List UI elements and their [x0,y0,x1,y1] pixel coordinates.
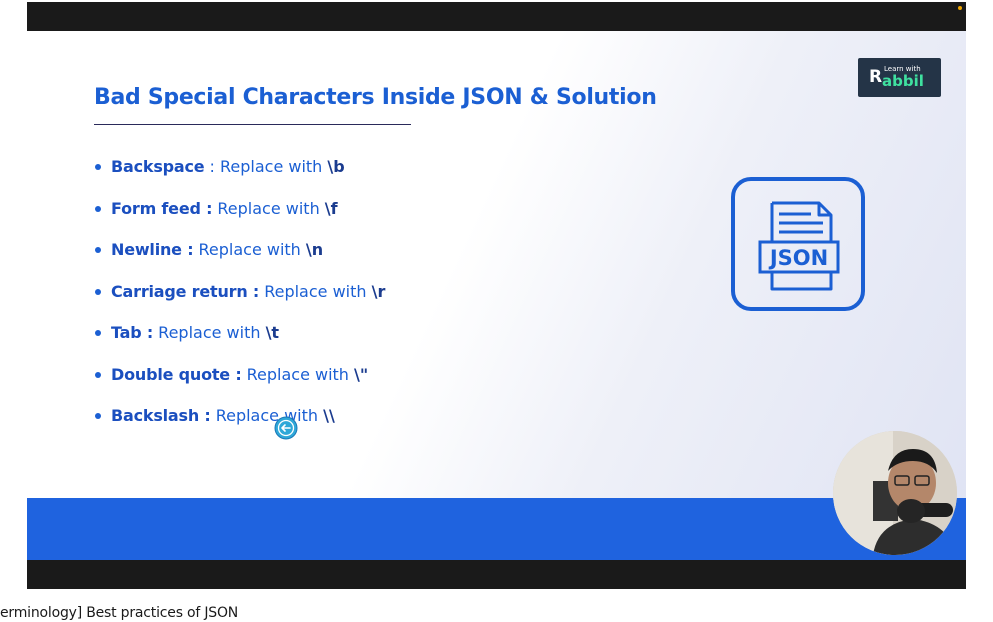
item-action: Replace with [217,198,325,218]
video-caption: erminology] Best practices of JSON [0,605,239,621]
bullet-dot [95,413,101,419]
video-viewport: Bad Special Characters Inside JSON & Sol… [0,0,993,622]
item-escape-code: \" [354,364,369,384]
item-escape-code: \r [371,281,386,301]
presenter-webcam [833,431,957,555]
logo-word: abbil [882,72,924,90]
logo-initial: R [869,67,883,87]
item-escape-code: \n [305,240,324,259]
bullet-text: Tab : Replace with \t [111,318,279,348]
bullet-text: Newline : Replace with \n [111,235,323,265]
title-underline [94,124,411,125]
item-term: Newline : [111,240,194,259]
bullet-text: Form feed : Replace with \f [111,194,338,224]
item-term: Form feed : [111,198,213,218]
arrow-left-circle-icon [274,416,298,440]
item-term: Double quote : [111,364,242,384]
item-term: Backslash : [111,406,211,425]
item-separator: : [204,157,220,176]
bullet-text: Backslash : Replace with \\ [111,401,335,431]
brand-logo: R Learn with abbil [858,58,941,97]
item-term: Carriage return : [111,281,260,301]
presenter-avatar [833,431,957,555]
item-action: Replace with [264,281,372,301]
item-escape-code: \b [327,157,345,176]
item-action: Replace with [220,157,328,176]
bullet-dot [95,330,101,336]
video-player[interactable]: Bad Special Characters Inside JSON & Sol… [27,2,966,589]
item-action: Replace with [198,240,306,259]
bullet-dot [95,205,101,212]
item-action: Replace with [246,364,355,384]
item-escape-code: \t [265,323,280,342]
bullet-dot [95,247,101,253]
bullet-text: Carriage return : Replace with \r [111,277,385,307]
item-action: Replace with [215,406,324,425]
bullet-text: Backspace : Replace with \b [111,152,345,182]
bullet-dot [95,164,101,170]
json-label: JSON [768,246,828,270]
presentation-slide: Bad Special Characters Inside JSON & Sol… [27,31,966,560]
item-escape-code: \f [324,198,338,218]
bullet-dot [95,371,101,378]
recording-dot-icon [958,6,962,10]
item-term: Tab : [111,323,154,342]
item-term: Backspace [111,157,205,176]
item-action: Replace with [158,323,266,342]
slide-bottom-band [27,498,966,560]
bullet-dot [95,288,101,295]
item-escape-code: \\ [323,406,335,425]
slide-title: Bad Special Characters Inside JSON & Sol… [94,85,657,110]
bullet-text: Double quote : Replace with \" [111,360,368,390]
json-file-icon: JSON [731,177,865,311]
